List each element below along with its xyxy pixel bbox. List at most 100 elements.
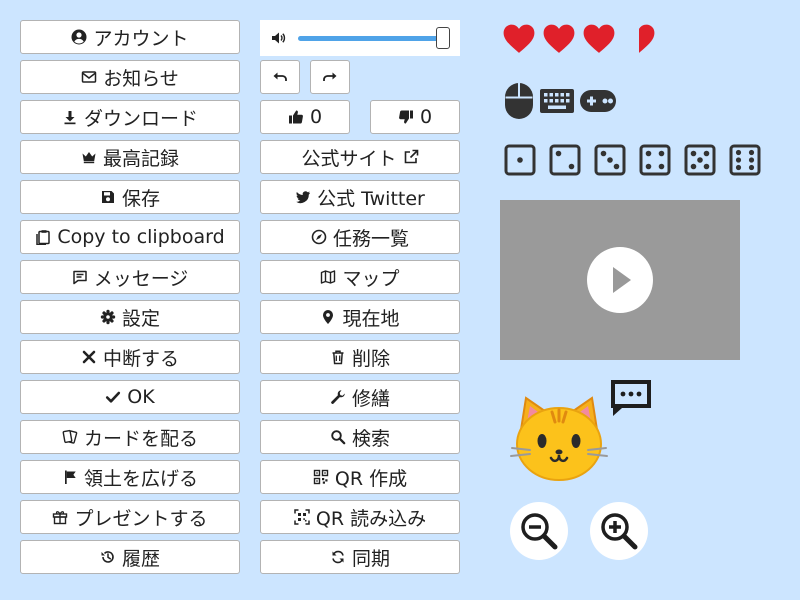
account-label: アカウント bbox=[93, 27, 189, 50]
zoom-in-button[interactable] bbox=[590, 502, 648, 560]
map-button[interactable]: マップ bbox=[260, 260, 460, 294]
ok-button[interactable]: OK bbox=[20, 380, 240, 414]
history-label: 履歴 bbox=[121, 547, 160, 570]
mission-list-label: 任務一覧 bbox=[332, 227, 409, 250]
life-hearts bbox=[502, 22, 656, 56]
qr-scan-icon bbox=[294, 509, 310, 525]
message-icon bbox=[72, 270, 87, 285]
abort-label: 中断する bbox=[102, 347, 179, 370]
account-button[interactable]: アカウント bbox=[20, 20, 240, 54]
message-label: メッセージ bbox=[93, 267, 189, 290]
deal-cards-button[interactable]: カードを配る bbox=[20, 420, 240, 454]
sync-label: 同期 bbox=[351, 547, 390, 570]
dice-five-icon bbox=[684, 144, 716, 176]
cards-icon bbox=[62, 429, 78, 444]
external-link-icon bbox=[404, 149, 418, 164]
speech-bubble-icon[interactable] bbox=[608, 378, 654, 420]
undo-button[interactable] bbox=[260, 60, 300, 94]
message-button[interactable]: メッセージ bbox=[20, 260, 240, 294]
gear-icon bbox=[100, 309, 116, 325]
qr-create-label: QR 作成 bbox=[334, 467, 408, 490]
like-button[interactable]: 0 bbox=[260, 100, 350, 134]
download-button[interactable]: ダウンロード bbox=[20, 100, 240, 134]
high-score-button[interactable]: 最高記録 bbox=[20, 140, 240, 174]
heart-full-icon bbox=[583, 24, 615, 53]
location-pin-icon bbox=[323, 310, 334, 324]
save-icon bbox=[101, 191, 114, 203]
delete-button[interactable]: 削除 bbox=[260, 340, 460, 374]
keyboard-icon bbox=[540, 89, 574, 113]
zoom-in-icon bbox=[601, 513, 638, 550]
map-label: マップ bbox=[342, 267, 400, 290]
crown-icon bbox=[82, 152, 96, 164]
checkmark-icon bbox=[106, 391, 121, 403]
undo-icon bbox=[273, 72, 287, 81]
save-button[interactable]: 保存 bbox=[20, 180, 240, 214]
dice-four-icon bbox=[639, 144, 671, 176]
dice-two-icon bbox=[549, 144, 581, 176]
cat-face-icon[interactable] bbox=[508, 392, 610, 482]
current-location-button[interactable]: 現在地 bbox=[260, 300, 460, 334]
volume-track[interactable] bbox=[298, 36, 446, 41]
settings-label: 設定 bbox=[121, 307, 160, 330]
flag-icon bbox=[64, 470, 76, 484]
twitter-icon bbox=[296, 191, 311, 204]
sync-icon bbox=[332, 550, 344, 564]
qr-read-button[interactable]: QR 読み込み bbox=[260, 500, 460, 534]
present-label: プレゼントする bbox=[74, 507, 208, 530]
dice-three-icon bbox=[594, 144, 626, 176]
zoom-out-icon bbox=[521, 513, 558, 550]
dice-one-icon bbox=[504, 144, 536, 176]
history-button[interactable]: 履歴 bbox=[20, 540, 240, 574]
mouse-icon bbox=[505, 83, 533, 119]
redo-icon bbox=[323, 72, 337, 81]
search-button[interactable]: 検索 bbox=[260, 420, 460, 454]
high-score-label: 最高記録 bbox=[102, 147, 179, 170]
qr-create-button[interactable]: QR 作成 bbox=[260, 460, 460, 494]
current-location-label: 現在地 bbox=[342, 307, 400, 330]
official-twitter-button[interactable]: 公式 Twitter bbox=[260, 180, 460, 214]
qr-code-icon bbox=[313, 469, 329, 485]
redo-button[interactable] bbox=[310, 60, 350, 94]
map-icon bbox=[321, 270, 336, 284]
close-icon bbox=[82, 350, 96, 364]
account-icon bbox=[71, 29, 87, 45]
gamepad-icon bbox=[580, 90, 616, 112]
heart-half-icon bbox=[639, 24, 655, 53]
thumbs-up-icon bbox=[288, 110, 303, 124]
download-icon bbox=[64, 111, 76, 125]
abort-button[interactable]: 中断する bbox=[20, 340, 240, 374]
expand-territory-button[interactable]: 領土を広げる bbox=[20, 460, 240, 494]
expand-territory-label: 領土を広げる bbox=[83, 467, 198, 490]
dislike-button[interactable]: 0 bbox=[370, 100, 460, 134]
dice-six-icon bbox=[729, 144, 761, 176]
present-button[interactable]: プレゼントする bbox=[20, 500, 240, 534]
heart-full-icon bbox=[503, 24, 535, 53]
sync-button[interactable]: 同期 bbox=[260, 540, 460, 574]
zoom-out-button[interactable] bbox=[510, 502, 568, 560]
official-twitter-label: 公式 Twitter bbox=[317, 187, 425, 210]
play-button[interactable] bbox=[587, 247, 653, 313]
volume-thumb[interactable] bbox=[436, 27, 450, 49]
video-player[interactable] bbox=[500, 200, 740, 360]
copy-to-clipboard-button[interactable]: Copy to clipboard bbox=[20, 220, 240, 254]
settings-button[interactable]: 設定 bbox=[20, 300, 240, 334]
heart-full-icon bbox=[543, 24, 575, 53]
repair-button[interactable]: 修繕 bbox=[260, 380, 460, 414]
dice-row bbox=[504, 144, 761, 176]
deal-cards-label: カードを配る bbox=[83, 427, 198, 450]
official-site-label: 公式サイト bbox=[301, 147, 397, 170]
envelope-icon bbox=[81, 71, 97, 83]
trash-icon bbox=[332, 350, 344, 365]
notice-button[interactable]: お知らせ bbox=[20, 60, 240, 94]
volume-slider[interactable] bbox=[260, 20, 460, 56]
search-icon bbox=[331, 430, 346, 445]
clipboard-icon bbox=[36, 230, 51, 245]
mission-list-button[interactable]: 任務一覧 bbox=[260, 220, 460, 254]
like-count: 0 bbox=[309, 106, 323, 128]
dislike-count: 0 bbox=[419, 106, 433, 128]
search-label: 検索 bbox=[351, 427, 390, 450]
ok-label: OK bbox=[127, 386, 155, 408]
delete-label: 削除 bbox=[351, 347, 390, 370]
official-site-button[interactable]: 公式サイト bbox=[260, 140, 460, 174]
